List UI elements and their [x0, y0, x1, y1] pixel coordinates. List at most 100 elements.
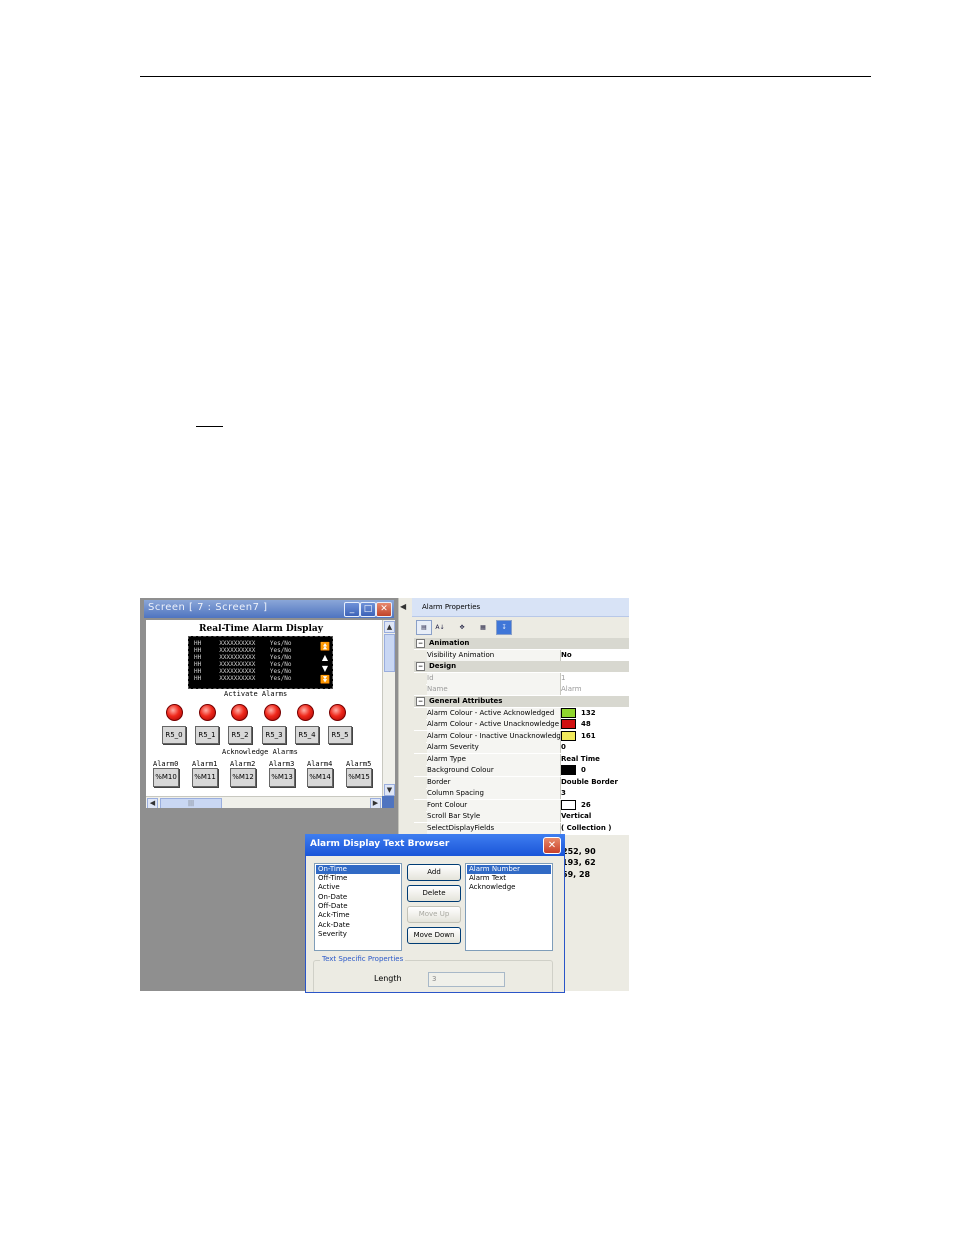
- move-down-button[interactable]: Move Down: [407, 927, 461, 944]
- vertical-scrollbar[interactable]: ▲ ▼: [382, 620, 395, 796]
- alarm-lamp-icon: [264, 704, 281, 721]
- close-button[interactable]: ✕: [376, 602, 392, 617]
- categorized-icon[interactable]: ▤: [416, 620, 432, 635]
- collapse-arrow-icon[interactable]: ◀: [400, 602, 406, 611]
- color-swatch: [561, 800, 576, 810]
- property-name: Alarm Type: [427, 754, 561, 765]
- property-value[interactable]: 0: [561, 742, 629, 753]
- move-up-button[interactable]: Move Up: [407, 906, 461, 923]
- property-value[interactable]: 161: [561, 731, 629, 742]
- property-row[interactable]: Alarm Severity 0: [414, 742, 629, 754]
- property-value[interactable]: Vertical: [561, 811, 629, 822]
- property-name: Scroll Bar Style: [427, 811, 561, 822]
- properties-title: Alarm Properties: [422, 603, 481, 611]
- bottom-arrow-icon[interactable]: ⏬: [320, 674, 330, 685]
- vertical-scroll-thumb[interactable]: [384, 634, 395, 672]
- property-row[interactable]: Alarm Colour - Active Unacknowledge 48: [414, 719, 629, 731]
- alarm-lamp-icon: [199, 704, 216, 721]
- property-row: Name Alarm: [414, 684, 629, 696]
- alarm-lamp-icon: [297, 704, 314, 721]
- list-item[interactable]: Alarm Number: [467, 865, 551, 874]
- property-name: Alarm Severity: [427, 742, 561, 753]
- r5-4-button[interactable]: R5_4: [295, 726, 319, 744]
- short-rule: [196, 426, 223, 427]
- property-name: Visibility Animation: [427, 650, 561, 661]
- list-item[interactable]: On-Time: [316, 865, 400, 874]
- list-item[interactable]: Off-Date: [316, 902, 350, 911]
- property-value[interactable]: 26: [561, 800, 629, 811]
- events-icon[interactable]: ↧: [496, 620, 512, 635]
- selected-fields-list[interactable]: Alarm Number Alarm Text Acknowledge: [465, 863, 553, 951]
- length-input[interactable]: 3: [428, 972, 505, 987]
- category-design[interactable]: − Design: [414, 661, 629, 673]
- color-swatch: [561, 708, 576, 718]
- add-button[interactable]: Add: [407, 864, 461, 881]
- list-item[interactable]: Ack-Date: [316, 921, 352, 930]
- property-value[interactable]: No: [561, 650, 629, 661]
- r5-3-button[interactable]: R5_3: [262, 726, 286, 744]
- property-value[interactable]: 59, 28: [562, 870, 590, 879]
- m11-button[interactable]: %M11: [192, 768, 218, 787]
- collapse-icon[interactable]: −: [416, 696, 425, 706]
- category-general-attributes[interactable]: − General Attributes: [414, 696, 629, 708]
- property-value[interactable]: Double Border: [561, 777, 629, 788]
- maximize-button[interactable]: □: [360, 602, 376, 617]
- m12-button[interactable]: %M12: [230, 768, 256, 787]
- alphabetical-icon[interactable]: A↓: [432, 620, 448, 635]
- alarm-lamp-icon: [166, 704, 183, 721]
- display-title: Real-Time Alarm Display: [199, 624, 323, 634]
- list-item[interactable]: Severity: [316, 930, 349, 939]
- delete-button[interactable]: Delete: [407, 885, 461, 902]
- alarm-label: Alarm3: [269, 760, 295, 768]
- category-animation[interactable]: − Animation: [414, 638, 629, 650]
- alarm-label: Alarm0: [153, 760, 179, 768]
- property-row[interactable]: Scroll Bar Style Vertical: [414, 811, 629, 823]
- alarm-scroll-arrows[interactable]: ⏫ ▲ ▼ ⏬: [320, 641, 330, 685]
- r5-1-button[interactable]: R5_1: [195, 726, 219, 744]
- list-item[interactable]: Acknowledge: [467, 883, 517, 892]
- list-item[interactable]: Off-Time: [316, 874, 349, 883]
- expand-icon[interactable]: ✥: [454, 620, 470, 635]
- property-value[interactable]: 48: [561, 719, 629, 730]
- collapse-icon[interactable]: −: [416, 638, 425, 648]
- alarm-row: HH XXXXXXXXXX Yes/No: [194, 640, 292, 647]
- property-value[interactable]: Real Time: [561, 754, 629, 765]
- m10-button[interactable]: %M10: [153, 768, 179, 787]
- property-pages-icon[interactable]: ▦: [475, 620, 491, 635]
- up-arrow-icon[interactable]: ▲: [320, 652, 330, 663]
- m13-button[interactable]: %M13: [269, 768, 295, 787]
- minimize-button[interactable]: _: [344, 602, 360, 617]
- property-row[interactable]: Background Colour 0: [414, 765, 629, 777]
- property-name: Border: [427, 777, 561, 788]
- alarm-row: HH XXXXXXXXXX Yes/No: [194, 675, 292, 682]
- property-name: Alarm Colour - Active Unacknowledge: [427, 719, 561, 730]
- r5-5-button[interactable]: R5_5: [328, 726, 352, 744]
- r5-0-button[interactable]: R5_0: [162, 726, 186, 744]
- available-fields-list[interactable]: On-Time Off-Time Active On-Date Off-Date…: [314, 863, 402, 951]
- list-item[interactable]: On-Date: [316, 893, 349, 902]
- list-item[interactable]: Active: [316, 883, 342, 892]
- property-value[interactable]: 0: [561, 765, 629, 776]
- property-value[interactable]: 3: [561, 788, 629, 799]
- scroll-up-icon[interactable]: ▲: [384, 621, 395, 633]
- property-row[interactable]: Column Spacing 3: [414, 788, 629, 800]
- alarm-display-object[interactable]: HH XXXXXXXXXX Yes/No HH XXXXXXXXXX Yes/N…: [188, 636, 333, 689]
- property-value[interactable]: ( Collection ): [561, 823, 629, 834]
- down-arrow-icon[interactable]: ▼: [320, 663, 330, 674]
- property-value[interactable]: 252, 90: [562, 847, 596, 856]
- m14-button[interactable]: %M14: [307, 768, 333, 787]
- scroll-down-icon[interactable]: ▼: [384, 784, 395, 796]
- r5-2-button[interactable]: R5_2: [228, 726, 252, 744]
- collapse-icon[interactable]: −: [416, 661, 425, 671]
- dialog-title: Alarm Display Text Browser: [310, 839, 450, 849]
- m15-button[interactable]: %M15: [346, 768, 372, 787]
- dialog-close-button[interactable]: ✕: [543, 837, 561, 854]
- list-item[interactable]: Alarm Text: [467, 874, 508, 883]
- scrollbar-corner: [382, 796, 394, 808]
- property-value[interactable]: 132: [561, 708, 629, 719]
- property-value[interactable]: 193, 62: [562, 858, 596, 867]
- top-arrow-icon[interactable]: ⏫: [320, 641, 330, 652]
- list-item[interactable]: Ack-Time: [316, 911, 352, 920]
- length-label: Length: [374, 974, 402, 983]
- alarm-row: HH XXXXXXXXXX Yes/No: [194, 647, 292, 654]
